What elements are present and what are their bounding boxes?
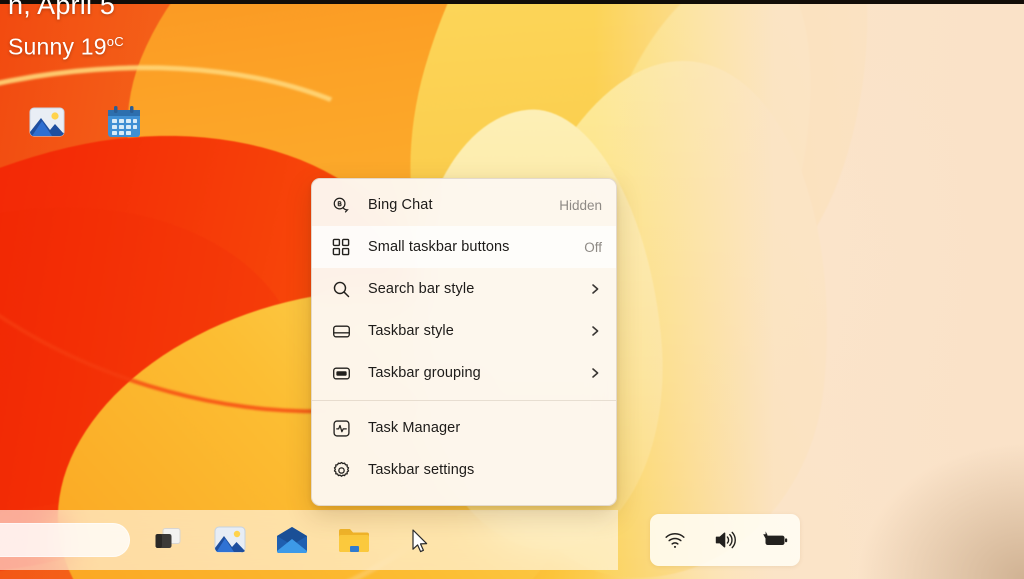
menu-item-label: Taskbar settings [368,462,602,478]
desktop-screen: n, April 5 Sunny 19oC [0,0,1024,579]
desktop-icon-photos[interactable] [28,103,66,141]
wallpaper-corner-shadow [764,409,1024,579]
menu-item-label: Task Manager [368,420,602,436]
menu-item-taskbar-grouping[interactable]: Taskbar grouping [312,352,616,394]
grid-icon [330,236,352,258]
menu-separator [312,400,616,401]
taskbar-buttons [148,510,374,570]
screen-top-edge [0,0,1024,4]
menu-item-bing-chat[interactable]: Bing Chat Hidden [312,184,616,226]
menu-item-search-bar-style[interactable]: Search bar style [312,268,616,310]
search-icon [330,278,352,300]
taskbar-style-icon [330,320,352,342]
menu-item-label: Taskbar style [368,323,578,339]
chevron-right-icon [588,324,602,338]
mail-taskbar-button[interactable] [272,520,312,560]
gear-icon [330,459,352,481]
menu-item-taskbar-style[interactable]: Taskbar style [312,310,616,352]
taskbar-grouping-icon [330,362,352,384]
bing-chat-icon [330,194,352,216]
menu-item-taskbar-settings[interactable]: Taskbar settings [312,449,616,491]
desktop-icon-calendar[interactable] [105,103,143,141]
menu-item-task-manager[interactable]: Task Manager [312,407,616,449]
system-tray[interactable] [650,514,800,566]
menu-item-label: Bing Chat [368,197,549,213]
taskbar [0,510,618,570]
file-explorer-button[interactable] [334,520,374,560]
chevron-right-icon [588,282,602,296]
menu-item-value: Off [584,240,602,255]
task-view-button[interactable] [148,520,188,560]
taskbar-context-menu[interactable]: Bing Chat Hidden Small taskbar buttons O… [311,178,617,506]
wifi-icon[interactable] [659,525,691,555]
task-manager-icon [330,417,352,439]
menu-item-label: Search bar style [368,281,578,297]
volume-icon[interactable] [709,525,741,555]
menu-item-label: Taskbar grouping [368,365,578,381]
search-input[interactable] [0,523,130,557]
menu-item-value: Hidden [559,198,602,213]
menu-item-label: Small taskbar buttons [368,239,574,255]
chevron-right-icon [588,366,602,380]
menu-bottom-padding [312,491,616,498]
mouse-cursor [412,529,429,559]
battery-charging-icon[interactable] [759,525,791,555]
photos-taskbar-button[interactable] [210,520,250,560]
menu-item-small-taskbar-buttons[interactable]: Small taskbar buttons Off [312,226,616,268]
